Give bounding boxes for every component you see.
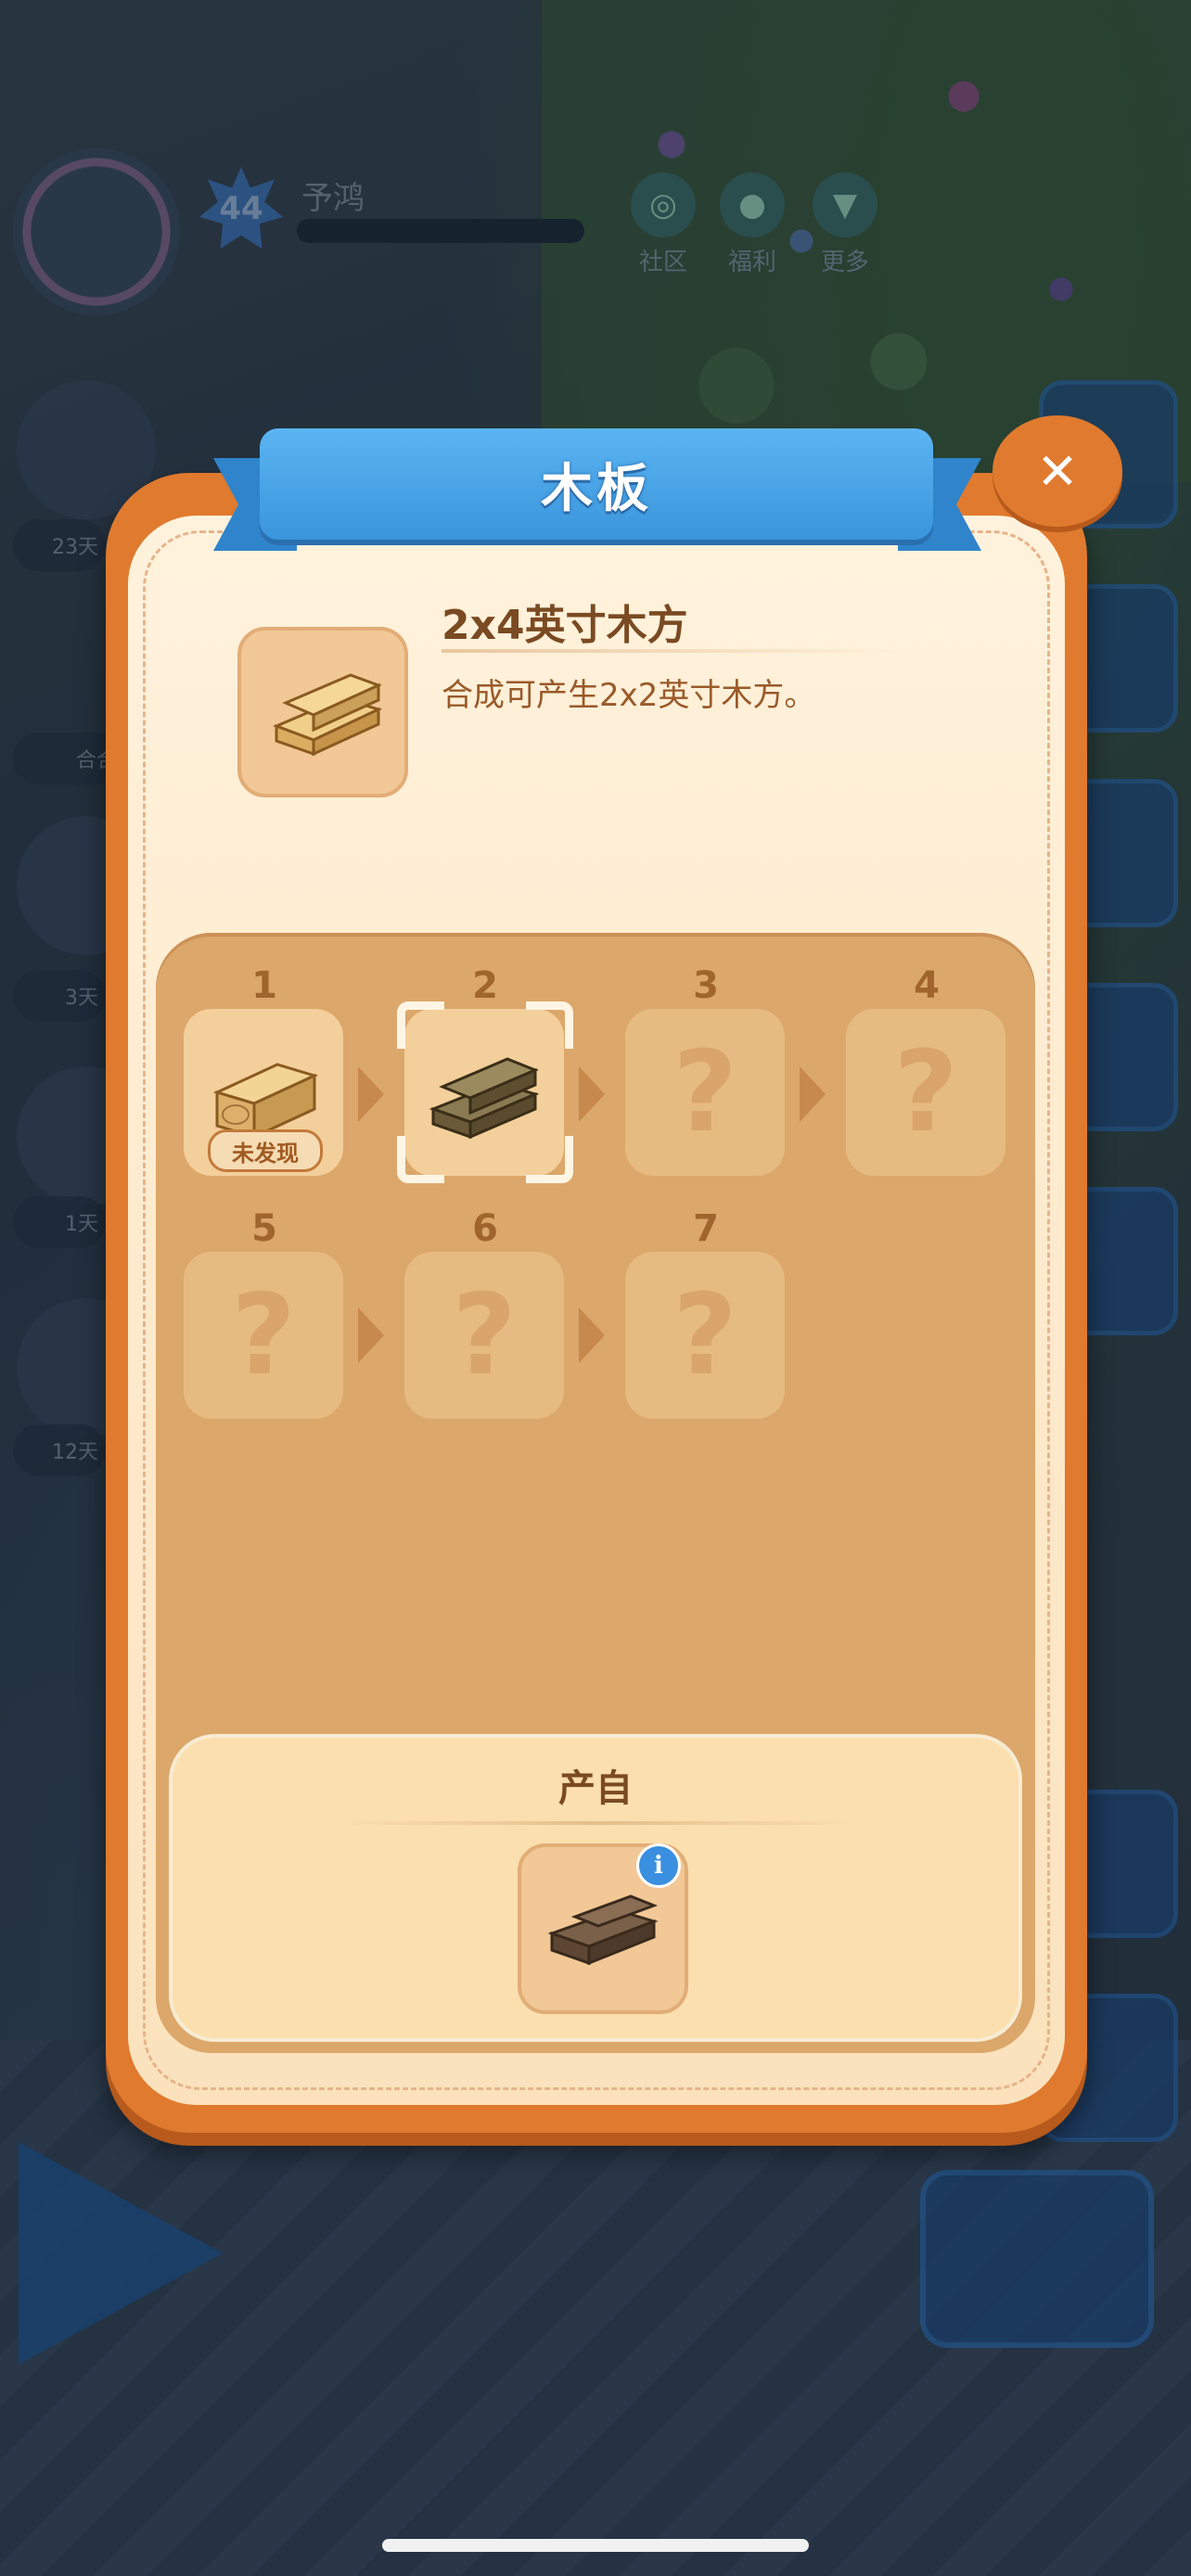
plank-pale-icon (272, 673, 383, 757)
chain-arrow-icon (579, 1066, 605, 1122)
chain-item-6-locked[interactable]: ? (404, 1252, 564, 1419)
chain-step-number: 1 (251, 964, 277, 1007)
unknown-item-icon: ? (672, 1027, 737, 1157)
chain-item-7-locked[interactable]: ? (625, 1252, 785, 1419)
dialog-title: 木板 (541, 458, 652, 519)
item-description: 合成可产生2x2英寸木方。 (442, 677, 816, 714)
info-icon[interactable]: i (636, 1843, 681, 1888)
home-indicator-bar[interactable] (382, 2539, 809, 2552)
source-title: 产自 (558, 1767, 633, 1810)
source-title-underline (339, 1821, 859, 1825)
unknown-item-icon: ? (231, 1270, 296, 1400)
chain-arrow-icon (358, 1066, 384, 1122)
selected-item-frame (397, 1001, 573, 1183)
chain-step-number: 3 (693, 964, 719, 1007)
chain-arrow-icon (579, 1307, 605, 1363)
source-panel: 产自 (169, 1734, 1022, 2042)
undiscovered-badge: 未发现 (208, 1129, 323, 1172)
unknown-item-icon: ? (672, 1270, 737, 1400)
chain-item-4-locked[interactable]: ? (846, 1009, 1005, 1176)
item-name: 2x4英寸木方 (442, 602, 688, 649)
chain-step-number: 7 (693, 1207, 719, 1250)
chain-step-number: 4 (914, 964, 940, 1007)
close-button[interactable]: ✕ (992, 415, 1122, 527)
chain-arrow-icon (800, 1066, 826, 1122)
current-item-tile (237, 627, 408, 797)
title-ribbon: 木板 (260, 428, 933, 540)
chain-step-number: 6 (472, 1207, 498, 1250)
item-name-underline (442, 649, 905, 653)
unknown-item-icon: ? (452, 1270, 517, 1400)
chain-arrow-icon (358, 1307, 384, 1363)
chain-item-5-locked[interactable]: ? (184, 1252, 343, 1419)
unknown-item-icon: ? (893, 1027, 958, 1157)
close-icon: ✕ (1036, 441, 1079, 501)
chain-item-3-locked[interactable]: ? (625, 1009, 785, 1176)
wood-plank-source-icon (547, 1894, 659, 1966)
chain-step-number: 5 (251, 1207, 277, 1250)
